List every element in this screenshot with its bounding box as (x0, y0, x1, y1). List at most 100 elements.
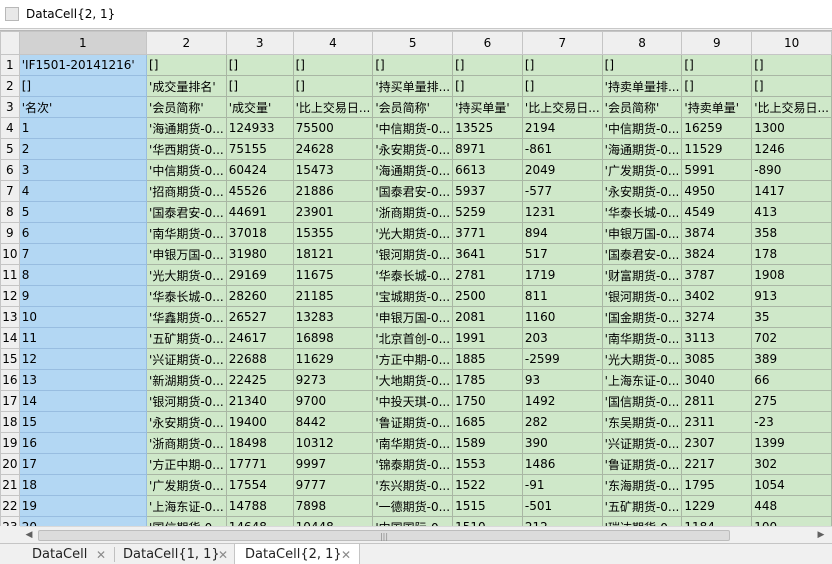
grid-cell[interactable]: 2307 (681, 432, 753, 454)
grid-cell[interactable]: 9 (18, 285, 148, 307)
grid-cell[interactable]: '比上交易日... (292, 96, 374, 118)
grid-cell[interactable]: '中信期货-0... (146, 159, 227, 181)
grid-cell[interactable]: '南华期货-0... (372, 432, 454, 454)
grid-cell[interactable]: 1685 (452, 411, 523, 433)
grid-cell[interactable]: '成交量排名' (146, 75, 227, 97)
grid-cell[interactable]: '海通期货-0... (601, 138, 683, 160)
grid-cell[interactable]: 1589 (452, 432, 523, 454)
tab-datacell[interactable]: DataCell ✕ (18, 544, 116, 564)
grid-cell[interactable]: '上海东证-0... (146, 495, 227, 517)
grid-cell[interactable]: 15 (18, 411, 148, 433)
grid-cell[interactable]: 14648 (225, 516, 294, 526)
grid-cell[interactable]: 282 (521, 411, 603, 433)
grid-cell[interactable]: '国泰君安-0... (146, 201, 227, 223)
close-icon[interactable]: ✕ (96, 548, 106, 562)
grid-cell[interactable]: 66 (751, 369, 832, 391)
grid-cell[interactable]: '一德期货-0... (372, 495, 454, 517)
grid-cell[interactable]: -23 (751, 411, 832, 433)
grid-cell[interactable]: 1492 (521, 390, 603, 412)
grid-cell[interactable]: 1785 (452, 369, 523, 391)
grid-cell[interactable]: 15355 (292, 222, 374, 244)
grid-cell[interactable]: 3 (18, 159, 148, 181)
grid-cell[interactable]: 10448 (292, 516, 374, 526)
grid-cell[interactable]: '北京首创-0... (372, 327, 454, 349)
grid-cell[interactable]: 'IF1501-20141216' (18, 54, 148, 76)
row-header[interactable]: 11 (0, 264, 20, 286)
grid-cell[interactable]: '光大期货-0... (601, 348, 683, 370)
grid-cell[interactable]: 448 (751, 495, 832, 517)
grid-cell[interactable]: 93 (521, 369, 603, 391)
grid-cell[interactable]: 3787 (681, 264, 753, 286)
grid-cell[interactable]: [] (372, 54, 454, 76)
grid-cell[interactable]: 2500 (452, 285, 523, 307)
row-header[interactable]: 14 (0, 327, 20, 349)
row-header[interactable]: 5 (0, 138, 20, 160)
grid-cell[interactable]: '锦泰期货-0... (372, 453, 454, 475)
grid-cell[interactable]: 21185 (292, 285, 374, 307)
grid-cell[interactable]: 35 (751, 306, 832, 328)
grid-cell[interactable]: -2599 (521, 348, 603, 370)
column-header[interactable]: 7 (521, 31, 603, 55)
row-header[interactable]: 23 (0, 516, 20, 526)
grid-cell[interactable]: 1885 (452, 348, 523, 370)
grid-cell[interactable]: '鲁证期货-0... (601, 453, 683, 475)
grid-cell[interactable]: '浙商期货-0... (372, 201, 454, 223)
grid-cell[interactable]: '光大期货-0... (146, 264, 227, 286)
grid-cell[interactable]: 894 (521, 222, 603, 244)
grid-cell[interactable]: 212 (521, 516, 603, 526)
grid-cell[interactable]: '广发期货-0... (601, 159, 683, 181)
grid-cell[interactable]: [] (521, 75, 603, 97)
grid-cell[interactable]: 913 (751, 285, 832, 307)
scroll-left-icon[interactable]: ◀ (22, 529, 36, 542)
grid-cell[interactable]: '兴证期货-0... (146, 348, 227, 370)
grid-cell[interactable]: 45526 (225, 180, 294, 202)
grid-cell[interactable]: '五矿期货-0... (601, 495, 683, 517)
grid-cell[interactable]: 23901 (292, 201, 374, 223)
grid-cell[interactable]: 18 (18, 474, 148, 496)
grid-cell[interactable]: [] (751, 75, 832, 97)
grid-cell[interactable]: '永安期货-0... (372, 138, 454, 160)
grid-cell[interactable]: 302 (751, 453, 832, 475)
horizontal-scrollbar[interactable]: ◀ ||| ▶ (20, 526, 832, 543)
grid-cell[interactable]: 1795 (681, 474, 753, 496)
grid-cell[interactable]: 9777 (292, 474, 374, 496)
column-header[interactable]: 8 (601, 31, 683, 55)
grid-cell[interactable]: 100 (751, 516, 832, 526)
grid-cell[interactable]: 19400 (225, 411, 294, 433)
grid-cell[interactable]: [] (601, 54, 683, 76)
grid-cell[interactable]: 2217 (681, 453, 753, 475)
column-header[interactable]: 9 (681, 31, 753, 55)
grid-cell[interactable]: '光大期货-0... (372, 222, 454, 244)
grid-cell[interactable]: '上海东证-0... (601, 369, 683, 391)
grid-cell[interactable]: 17554 (225, 474, 294, 496)
grid-cell[interactable]: '永安期货-0... (146, 411, 227, 433)
row-header[interactable]: 8 (0, 201, 20, 223)
grid-cell[interactable]: 22425 (225, 369, 294, 391)
grid-cell[interactable]: 13 (18, 369, 148, 391)
grid-cell[interactable]: 1510 (452, 516, 523, 526)
column-header[interactable]: 2 (146, 31, 227, 55)
grid-cell[interactable]: '银河期货-0... (372, 243, 454, 265)
grid-cell[interactable]: 17 (18, 453, 148, 475)
grid-cell[interactable]: '华泰长城-0... (601, 201, 683, 223)
grid-cell[interactable]: -577 (521, 180, 603, 202)
grid-cell[interactable]: '申银万国-0... (601, 222, 683, 244)
grid-cell[interactable]: '国泰君安-0... (372, 180, 454, 202)
grid-cell[interactable]: 44691 (225, 201, 294, 223)
grid-cell[interactable]: [] (225, 75, 294, 97)
tab-datacell-1-1[interactable]: DataCell{1, 1} ✕ (116, 544, 234, 564)
grid-cell[interactable]: 3874 (681, 222, 753, 244)
grid-cell[interactable]: '申银万国-0... (372, 306, 454, 328)
grid-cell[interactable]: 1522 (452, 474, 523, 496)
grid-cell[interactable]: [] (292, 54, 374, 76)
grid-cell[interactable]: 1 (18, 117, 148, 139)
grid-cell[interactable]: '名次' (18, 96, 148, 118)
grid-cell[interactable]: 389 (751, 348, 832, 370)
grid-cell[interactable]: 1750 (452, 390, 523, 412)
grid-cell[interactable]: 1231 (521, 201, 603, 223)
grid-cell[interactable]: 2811 (681, 390, 753, 412)
grid-cell[interactable]: 4950 (681, 180, 753, 202)
row-header[interactable]: 22 (0, 495, 20, 517)
grid-cell[interactable]: '兴证期货-0... (601, 432, 683, 454)
grid-cell[interactable]: '广发期货-0... (146, 474, 227, 496)
